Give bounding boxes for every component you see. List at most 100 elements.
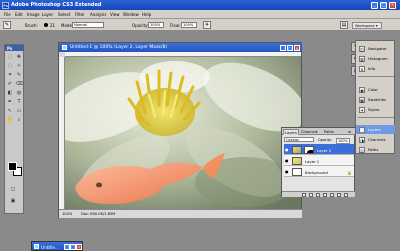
dock-item-paths[interactable]: ◇ Paths xyxy=(356,145,395,154)
menu-bar: File Edit Image Layer Select Filter Anal… xyxy=(0,10,400,19)
dock-item-info[interactable]: ℹ Info xyxy=(356,64,395,73)
menu-layer[interactable]: Layer xyxy=(42,12,53,17)
workspace-button[interactable]: Workspace ▾ xyxy=(352,21,382,29)
dock-divider xyxy=(358,117,394,118)
toolbox-header[interactable]: Ps xyxy=(5,45,24,51)
layer-mask-thumbnail[interactable] xyxy=(304,145,314,154)
new-layer-icon[interactable] xyxy=(337,193,341,197)
pen-tool-icon[interactable]: ✒ xyxy=(6,98,14,106)
foreground-color-swatch[interactable] xyxy=(8,162,17,171)
layer-thumbnail xyxy=(292,145,302,154)
flow-input[interactable]: 100% xyxy=(181,22,197,28)
eraser-tool-icon[interactable]: ⌫ xyxy=(15,80,23,88)
brush-size[interactable]: 21 xyxy=(50,23,55,28)
dock-label-histogram: Histogram xyxy=(368,56,388,61)
slice-tool-icon[interactable]: ✎ xyxy=(15,71,23,79)
opacity-input[interactable]: 100% xyxy=(148,22,164,28)
zoom-level[interactable]: 100% xyxy=(62,212,72,216)
visibility-eye-icon[interactable]: ● xyxy=(285,147,290,152)
dodge-tool-icon[interactable]: ◍ xyxy=(15,89,23,97)
dock-item-color[interactable]: ◉ Color xyxy=(356,85,395,94)
layer-opacity-input[interactable]: 100% xyxy=(336,137,350,144)
type-tool-icon[interactable]: T xyxy=(15,98,23,106)
screen-mode-icon[interactable]: ▣ xyxy=(9,197,17,205)
canvas[interactable] xyxy=(65,57,301,209)
layer-name: Background xyxy=(305,169,328,175)
dock-item-navigator[interactable]: ◫ Navigator xyxy=(356,44,395,53)
visibility-eye-icon[interactable]: ● xyxy=(285,169,290,174)
brush-preview-icon[interactable] xyxy=(44,23,48,27)
document-close-button[interactable]: × xyxy=(294,44,300,51)
dock-label-layers: Layers xyxy=(368,127,381,132)
menu-file[interactable]: File xyxy=(4,12,11,17)
layer-row[interactable]: ● Layer 1 xyxy=(284,155,354,166)
menu-help[interactable]: Help xyxy=(142,12,151,17)
mode-select[interactable]: Normal xyxy=(72,22,104,28)
lock-icon: 🔒 xyxy=(347,169,352,175)
document-title-bar[interactable]: Untitled-1 @ 100% (Layer 2, Layer Mask/8… xyxy=(59,43,302,52)
layer-thumbnail xyxy=(292,156,302,165)
zoom-tool-icon[interactable]: ⌕ xyxy=(15,116,23,124)
magic-wand-tool-icon[interactable]: ✧ xyxy=(15,62,23,70)
add-mask-icon[interactable] xyxy=(316,193,320,197)
dock-item-channels[interactable]: ◑ Channels xyxy=(356,135,395,144)
hand-tool-icon[interactable]: ✋ xyxy=(6,116,14,124)
menu-filter[interactable]: Filter xyxy=(75,12,85,17)
layer-row[interactable]: ● Background 🔒 xyxy=(284,166,354,177)
palette-well-icon[interactable]: ▤ xyxy=(340,21,348,29)
dock-label-styles: Styles xyxy=(368,107,380,112)
tab-layers[interactable]: Layers xyxy=(283,128,299,135)
layer-name: Layer 1 xyxy=(305,158,320,164)
brush-tool-icon[interactable]: ✎ xyxy=(3,21,11,29)
toolbox-logo: Ps xyxy=(7,45,13,51)
lasso-tool-icon[interactable]: ◌ xyxy=(6,62,14,70)
dock-label-channels: Channels xyxy=(368,137,386,142)
document-maximize-button[interactable]: □ xyxy=(287,44,293,51)
gradient-tool-icon[interactable]: ◧ xyxy=(6,89,14,97)
marquee-tool-icon[interactable]: ⬚ xyxy=(6,53,14,61)
airbrush-icon[interactable]: ✈ xyxy=(203,21,211,29)
path-selection-tool-icon[interactable]: ↖ xyxy=(6,107,14,115)
shape-tool-icon[interactable]: ▭ xyxy=(15,107,23,115)
opacity-label: Opacity: xyxy=(132,23,149,28)
crop-tool-icon[interactable]: ⌗ xyxy=(6,71,14,79)
tab-channels[interactable]: Channels xyxy=(300,129,319,135)
panel-menu-icon[interactable]: ≡ xyxy=(347,129,352,135)
swatches-icon: ▦ xyxy=(359,96,365,103)
layer-name: Layer 2 xyxy=(317,147,332,153)
menu-window[interactable]: Window xyxy=(123,12,139,17)
delete-layer-icon[interactable] xyxy=(344,193,348,197)
panel-dock: ◫ Navigator ▥ Histogram ℹ Info ◉ Color ▦… xyxy=(355,40,395,154)
tab-paths[interactable]: Paths xyxy=(323,129,335,135)
menu-select[interactable]: Select xyxy=(58,12,70,17)
close-button[interactable]: × xyxy=(389,1,396,9)
new-group-icon[interactable] xyxy=(330,193,334,197)
quick-mask-icon[interactable]: ◻ xyxy=(9,185,17,193)
close-button[interactable]: × xyxy=(76,244,82,250)
layer-opacity-label: Opacity: xyxy=(318,137,332,142)
dock-item-histogram[interactable]: ▥ Histogram xyxy=(356,54,395,63)
dock-item-swatches[interactable]: ▦ Swatches xyxy=(356,95,395,104)
dock-item-layers[interactable]: ◈ Layers xyxy=(356,125,395,134)
minimize-button[interactable]: _ xyxy=(371,1,378,9)
blend-mode-select[interactable]: Overlay xyxy=(284,136,314,142)
visibility-eye-icon[interactable]: ● xyxy=(285,158,290,163)
navigator-icon: ◫ xyxy=(359,45,365,52)
link-layers-icon[interactable] xyxy=(302,193,306,197)
maximize-button[interactable]: □ xyxy=(380,1,387,9)
move-tool-icon[interactable]: ✥ xyxy=(15,53,23,61)
dock-item-styles[interactable]: ✦ Styles xyxy=(356,105,395,114)
menu-image[interactable]: Image xyxy=(27,12,40,17)
menu-analysis[interactable]: Analysis xyxy=(90,12,106,17)
adjustment-layer-icon[interactable] xyxy=(323,193,327,197)
menu-edit[interactable]: Edit xyxy=(15,12,23,17)
menu-view[interactable]: View xyxy=(110,12,120,17)
app-title: Adobe Photoshop CS3 Extended xyxy=(11,1,102,8)
brush-tool-icon-toolbox[interactable]: ✐ xyxy=(6,80,14,88)
layer-style-icon[interactable] xyxy=(309,193,313,197)
layer-row[interactable]: ● Layer 2 xyxy=(284,144,354,155)
minimized-document-window[interactable]: Untitle... □ □ × xyxy=(31,241,83,251)
minimized-window-title: Untitle... xyxy=(41,244,59,250)
styles-icon: ✦ xyxy=(359,106,365,113)
document-minimize-button[interactable]: _ xyxy=(280,44,286,51)
